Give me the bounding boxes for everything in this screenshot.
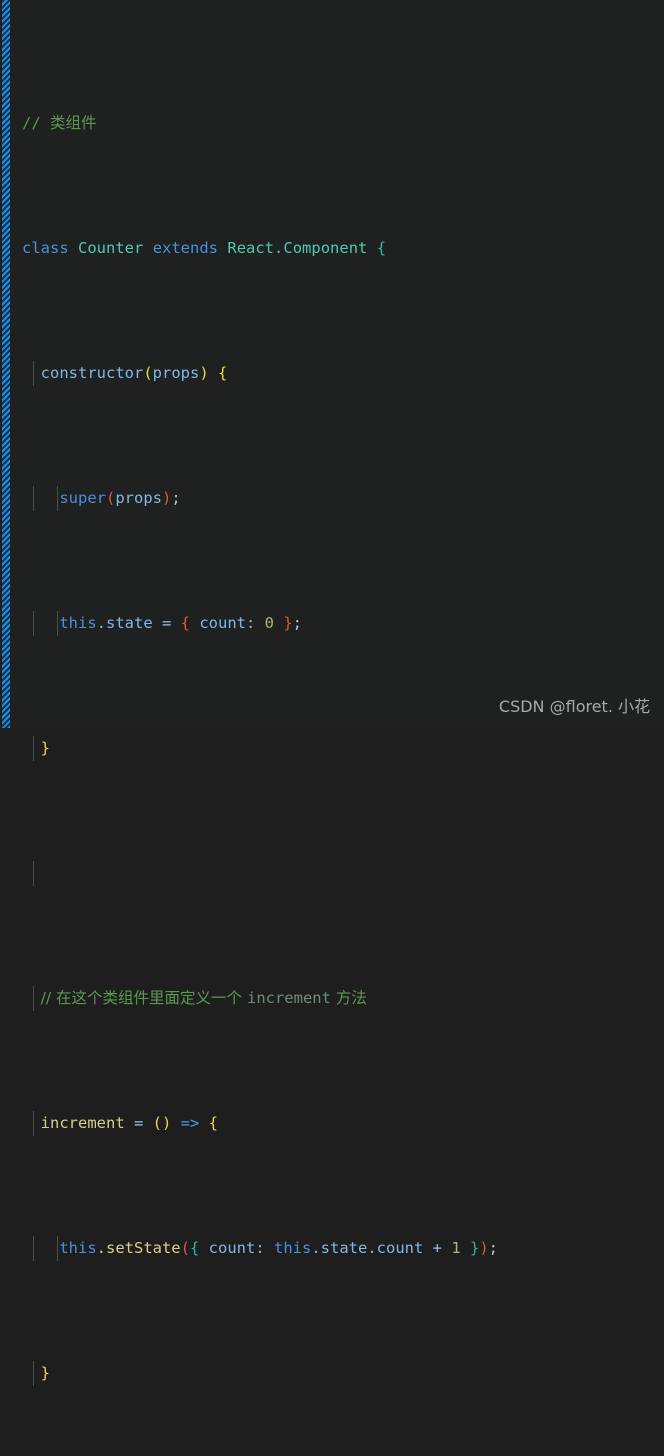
code-editor-pane[interactable]: // 类组件 class Counter extends React.Compo… (0, 0, 664, 1386)
indent-guide (33, 861, 34, 886)
assign-operator: = (152, 614, 181, 632)
keyword-this: this (274, 1239, 312, 1257)
arg-props: props (115, 489, 163, 507)
code-line: } (0, 1361, 664, 1386)
indent-guide (57, 611, 58, 636)
dot-operator: . (274, 239, 284, 257)
property-count: count: (199, 1239, 274, 1257)
indent-guide (33, 361, 34, 386)
indent-guide (33, 736, 34, 761)
indent-guide (33, 611, 34, 636)
watermark-text: CSDN @floret. 小花 (498, 697, 650, 716)
code-line-blank (0, 861, 664, 886)
property-state-count: .state.count (311, 1239, 424, 1257)
empty-parens: () (152, 1114, 172, 1132)
number-one: 1 (451, 1239, 461, 1257)
code-line: increment = () => { (0, 1111, 664, 1136)
property-count: count: (190, 614, 256, 632)
code-line: class Counter extends React.Component { (0, 236, 664, 261)
close-paren: ) (162, 489, 172, 507)
code-line: this.state = { count: 0 }; (0, 611, 664, 636)
semicolon: ; (171, 489, 181, 507)
close-brace: } (40, 739, 51, 757)
code-content[interactable]: // 类组件 class Counter extends React.Compo… (0, 0, 664, 1386)
open-brace: { (218, 364, 228, 382)
keyword-this: this (59, 614, 97, 632)
code-line: super(props); (0, 486, 664, 511)
keyword-super: super (59, 489, 106, 507)
param-props: props (152, 364, 200, 382)
identifier-component: Component (283, 239, 368, 257)
code-line: } (0, 736, 664, 761)
arrow-operator: => (171, 1114, 209, 1132)
close-paren: ) (199, 364, 209, 382)
indent-guide (33, 1236, 34, 1261)
open-brace: { (190, 1239, 200, 1257)
identifier-react: React (227, 239, 275, 257)
assign-operator: = (124, 1114, 153, 1132)
code-line: constructor(props) { (0, 361, 664, 386)
close-brace: } (283, 614, 293, 632)
indent-guide (33, 1111, 34, 1136)
close-brace: } (40, 1364, 51, 1382)
change-marker-strip (2, 0, 10, 728)
open-brace: { (376, 239, 387, 257)
semicolon: ; (488, 1239, 499, 1257)
code-line: // 类组件 (0, 111, 664, 136)
indent-guide (57, 486, 58, 511)
open-brace: { (208, 1114, 219, 1132)
comment-token: 方法 (330, 989, 367, 1007)
number-zero: 0 (255, 614, 284, 632)
code-line: // 在这个类组件里面定义一个 increment 方法 (0, 986, 664, 1011)
class-name-counter: Counter (78, 239, 144, 257)
keyword-this: this (59, 1239, 97, 1257)
comment-token: // 在这个类组件里面定义一个 (40, 989, 247, 1007)
close-paren: ) (479, 1239, 489, 1257)
keyword-class: class (22, 239, 69, 257)
open-paren: ( (106, 489, 116, 507)
indent-guide (33, 1361, 34, 1386)
semicolon: ; (292, 614, 303, 632)
comment-identifier: increment (246, 989, 331, 1007)
keyword-extends: extends (152, 239, 219, 257)
open-paren: ( (143, 364, 153, 382)
comment-token: // 类组件 (22, 114, 97, 132)
plus-operator: + (423, 1239, 452, 1257)
indent-guide (33, 486, 34, 511)
method-setstate: .setState (96, 1239, 181, 1257)
indent-guide (33, 986, 34, 1011)
open-brace: { (180, 614, 190, 632)
close-brace: } (460, 1239, 480, 1257)
property-state: .state (96, 614, 153, 632)
indent-guide (57, 1236, 58, 1261)
code-line: this.setState({ count: this.state.count … (0, 1236, 664, 1261)
method-constructor: constructor (40, 364, 144, 382)
method-increment: increment (40, 1114, 125, 1132)
open-paren: ( (180, 1239, 190, 1257)
